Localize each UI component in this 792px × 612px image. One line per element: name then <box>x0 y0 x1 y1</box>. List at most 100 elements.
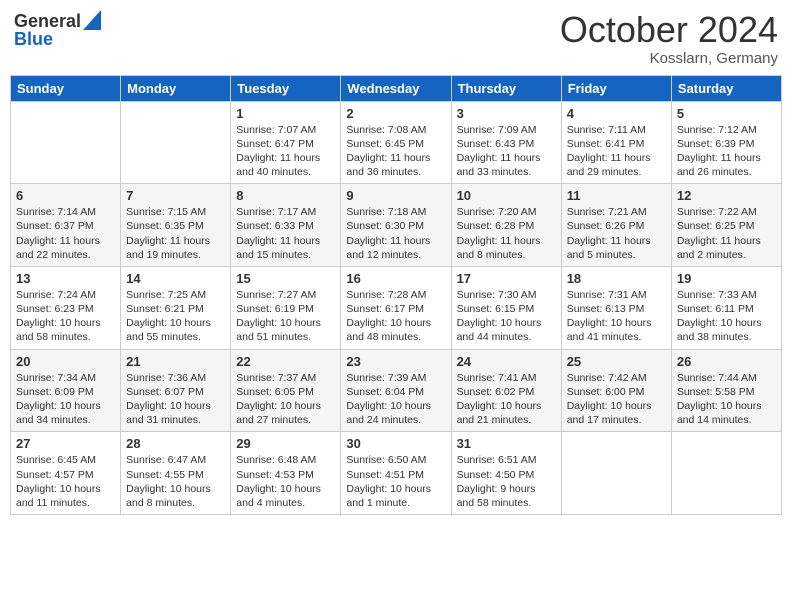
day-of-week-header: Tuesday <box>231 75 341 101</box>
day-info: Sunrise: 7:14 AM Sunset: 6:37 PM Dayligh… <box>16 205 115 262</box>
day-of-week-header: Monday <box>121 75 231 101</box>
day-info: Sunrise: 7:09 AM Sunset: 6:43 PM Dayligh… <box>457 123 556 180</box>
day-info: Sunrise: 7:12 AM Sunset: 6:39 PM Dayligh… <box>677 123 776 180</box>
day-info: Sunrise: 7:36 AM Sunset: 6:07 PM Dayligh… <box>126 371 225 428</box>
calendar-cell: 29 Sunrise: 6:48 AM Sunset: 4:53 PM Dayli… <box>231 432 341 515</box>
location-subtitle: Kosslarn, Germany <box>560 50 778 67</box>
day-number: 21 <box>126 354 225 369</box>
day-info: Sunrise: 7:27 AM Sunset: 6:19 PM Dayligh… <box>236 288 335 345</box>
calendar-cell: 24Sunrise: 7:41 AM Sunset: 6:02 PM Dayli… <box>451 349 561 432</box>
day-number: 3 <box>457 106 556 121</box>
day-info: Sunrise: 6:47 AM Sunset: 4:55 PM Dayligh… <box>126 453 225 510</box>
calendar-cell: 15 Sunrise: 7:27 AM Sunset: 6:19 PM Dayli… <box>231 266 341 349</box>
logo-general: General <box>14 12 81 30</box>
day-number: 13 <box>16 271 115 286</box>
day-number: 1 <box>236 106 335 121</box>
day-number: 26 <box>677 354 776 369</box>
day-number: 7 <box>126 188 225 203</box>
day-number: 18 <box>567 271 666 286</box>
day-number: 29 <box>236 436 335 451</box>
calendar-cell: 16 Sunrise: 7:28 AM Sunset: 6:17 PM Dayli… <box>341 266 451 349</box>
day-info: Sunrise: 7:15 AM Sunset: 6:35 PM Dayligh… <box>126 205 225 262</box>
day-number: 19 <box>677 271 776 286</box>
calendar-cell: 20Sunrise: 7:34 AM Sunset: 6:09 PM Dayli… <box>11 349 121 432</box>
day-info: Sunrise: 7:44 AM Sunset: 5:58 PM Dayligh… <box>677 371 776 428</box>
day-info: Sunrise: 7:25 AM Sunset: 6:21 PM Dayligh… <box>126 288 225 345</box>
title-section: October 2024 Kosslarn, Germany <box>560 10 778 67</box>
calendar-cell <box>561 432 671 515</box>
day-number: 30 <box>346 436 445 451</box>
day-number: 5 <box>677 106 776 121</box>
day-number: 24 <box>457 354 556 369</box>
calendar-cell: 25 Sunrise: 7:42 AM Sunset: 6:00 PM Dayli… <box>561 349 671 432</box>
calendar-cell: 1Sunrise: 7:07 AM Sunset: 6:47 PM Daylig… <box>231 101 341 184</box>
calendar-cell <box>671 432 781 515</box>
day-info: Sunrise: 6:48 AM Sunset: 4:53 PM Dayligh… <box>236 453 335 510</box>
calendar-cell: 17Sunrise: 7:30 AM Sunset: 6:15 PM Dayli… <box>451 266 561 349</box>
calendar-cell: 13Sunrise: 7:24 AM Sunset: 6:23 PM Dayli… <box>11 266 121 349</box>
calendar-cell: 11Sunrise: 7:21 AM Sunset: 6:26 PM Dayli… <box>561 184 671 267</box>
calendar-cell: 6Sunrise: 7:14 AM Sunset: 6:37 PM Daylig… <box>11 184 121 267</box>
calendar-header-row: SundayMondayTuesdayWednesdayThursdayFrid… <box>11 75 782 101</box>
day-info: Sunrise: 7:34 AM Sunset: 6:09 PM Dayligh… <box>16 371 115 428</box>
day-info: Sunrise: 7:21 AM Sunset: 6:26 PM Dayligh… <box>567 205 666 262</box>
calendar-cell: 23 Sunrise: 7:39 AM Sunset: 6:04 PM Dayli… <box>341 349 451 432</box>
day-of-week-header: Wednesday <box>341 75 451 101</box>
day-info: Sunrise: 7:30 AM Sunset: 6:15 PM Dayligh… <box>457 288 556 345</box>
calendar-cell: 21 Sunrise: 7:36 AM Sunset: 6:07 PM Dayli… <box>121 349 231 432</box>
day-info: Sunrise: 6:50 AM Sunset: 4:51 PM Dayligh… <box>346 453 445 510</box>
day-info: Sunrise: 7:28 AM Sunset: 6:17 PM Dayligh… <box>346 288 445 345</box>
day-number: 8 <box>236 188 335 203</box>
calendar-cell: 12 Sunrise: 7:22 AM Sunset: 6:25 PM Dayli… <box>671 184 781 267</box>
calendar-cell: 18 Sunrise: 7:31 AM Sunset: 6:13 PM Dayli… <box>561 266 671 349</box>
month-title: October 2024 <box>560 10 778 50</box>
day-of-week-header: Saturday <box>671 75 781 101</box>
calendar-cell: 3 Sunrise: 7:09 AM Sunset: 6:43 PM Daylig… <box>451 101 561 184</box>
day-info: Sunrise: 7:39 AM Sunset: 6:04 PM Dayligh… <box>346 371 445 428</box>
calendar-cell: 27 Sunrise: 6:45 AM Sunset: 4:57 PM Dayli… <box>11 432 121 515</box>
calendar-cell <box>121 101 231 184</box>
calendar-cell: 2 Sunrise: 7:08 AM Sunset: 6:45 PM Daylig… <box>341 101 451 184</box>
page-header: General Blue October 2024 Kosslarn, Germ… <box>10 10 782 67</box>
calendar-cell: 22 Sunrise: 7:37 AM Sunset: 6:05 PM Dayli… <box>231 349 341 432</box>
day-number: 15 <box>236 271 335 286</box>
day-of-week-header: Friday <box>561 75 671 101</box>
day-info: Sunrise: 7:08 AM Sunset: 6:45 PM Dayligh… <box>346 123 445 180</box>
calendar-cell: 8 Sunrise: 7:17 AM Sunset: 6:33 PM Daylig… <box>231 184 341 267</box>
calendar-cell: 19 Sunrise: 7:33 AM Sunset: 6:11 PM Dayli… <box>671 266 781 349</box>
day-info: Sunrise: 6:51 AM Sunset: 4:50 PM Dayligh… <box>457 453 556 510</box>
day-info: Sunrise: 6:45 AM Sunset: 4:57 PM Dayligh… <box>16 453 115 510</box>
calendar-cell: 30 Sunrise: 6:50 AM Sunset: 4:51 PM Dayli… <box>341 432 451 515</box>
day-number: 4 <box>567 106 666 121</box>
day-info: Sunrise: 7:33 AM Sunset: 6:11 PM Dayligh… <box>677 288 776 345</box>
calendar-cell: 31Sunrise: 6:51 AM Sunset: 4:50 PM Dayli… <box>451 432 561 515</box>
calendar-week-row: 6Sunrise: 7:14 AM Sunset: 6:37 PM Daylig… <box>11 184 782 267</box>
day-info: Sunrise: 7:22 AM Sunset: 6:25 PM Dayligh… <box>677 205 776 262</box>
day-number: 23 <box>346 354 445 369</box>
day-number: 12 <box>677 188 776 203</box>
calendar-table: SundayMondayTuesdayWednesdayThursdayFrid… <box>10 75 782 515</box>
day-number: 2 <box>346 106 445 121</box>
day-number: 22 <box>236 354 335 369</box>
day-info: Sunrise: 7:31 AM Sunset: 6:13 PM Dayligh… <box>567 288 666 345</box>
calendar-cell: 4 Sunrise: 7:11 AM Sunset: 6:41 PM Daylig… <box>561 101 671 184</box>
calendar-week-row: 13Sunrise: 7:24 AM Sunset: 6:23 PM Dayli… <box>11 266 782 349</box>
day-info: Sunrise: 7:17 AM Sunset: 6:33 PM Dayligh… <box>236 205 335 262</box>
calendar-cell <box>11 101 121 184</box>
calendar-cell: 5 Sunrise: 7:12 AM Sunset: 6:39 PM Daylig… <box>671 101 781 184</box>
day-number: 25 <box>567 354 666 369</box>
calendar-cell: 9Sunrise: 7:18 AM Sunset: 6:30 PM Daylig… <box>341 184 451 267</box>
calendar-cell: 14Sunrise: 7:25 AM Sunset: 6:21 PM Dayli… <box>121 266 231 349</box>
calendar-week-row: 20Sunrise: 7:34 AM Sunset: 6:09 PM Dayli… <box>11 349 782 432</box>
calendar-cell: 28Sunrise: 6:47 AM Sunset: 4:55 PM Dayli… <box>121 432 231 515</box>
logo: General Blue <box>14 10 101 48</box>
day-info: Sunrise: 7:11 AM Sunset: 6:41 PM Dayligh… <box>567 123 666 180</box>
day-info: Sunrise: 7:37 AM Sunset: 6:05 PM Dayligh… <box>236 371 335 428</box>
logo-icon <box>83 10 101 30</box>
day-number: 16 <box>346 271 445 286</box>
calendar-week-row: 1Sunrise: 7:07 AM Sunset: 6:47 PM Daylig… <box>11 101 782 184</box>
day-info: Sunrise: 7:42 AM Sunset: 6:00 PM Dayligh… <box>567 371 666 428</box>
calendar-cell: 26 Sunrise: 7:44 AM Sunset: 5:58 PM Dayli… <box>671 349 781 432</box>
day-number: 27 <box>16 436 115 451</box>
day-info: Sunrise: 7:20 AM Sunset: 6:28 PM Dayligh… <box>457 205 556 262</box>
